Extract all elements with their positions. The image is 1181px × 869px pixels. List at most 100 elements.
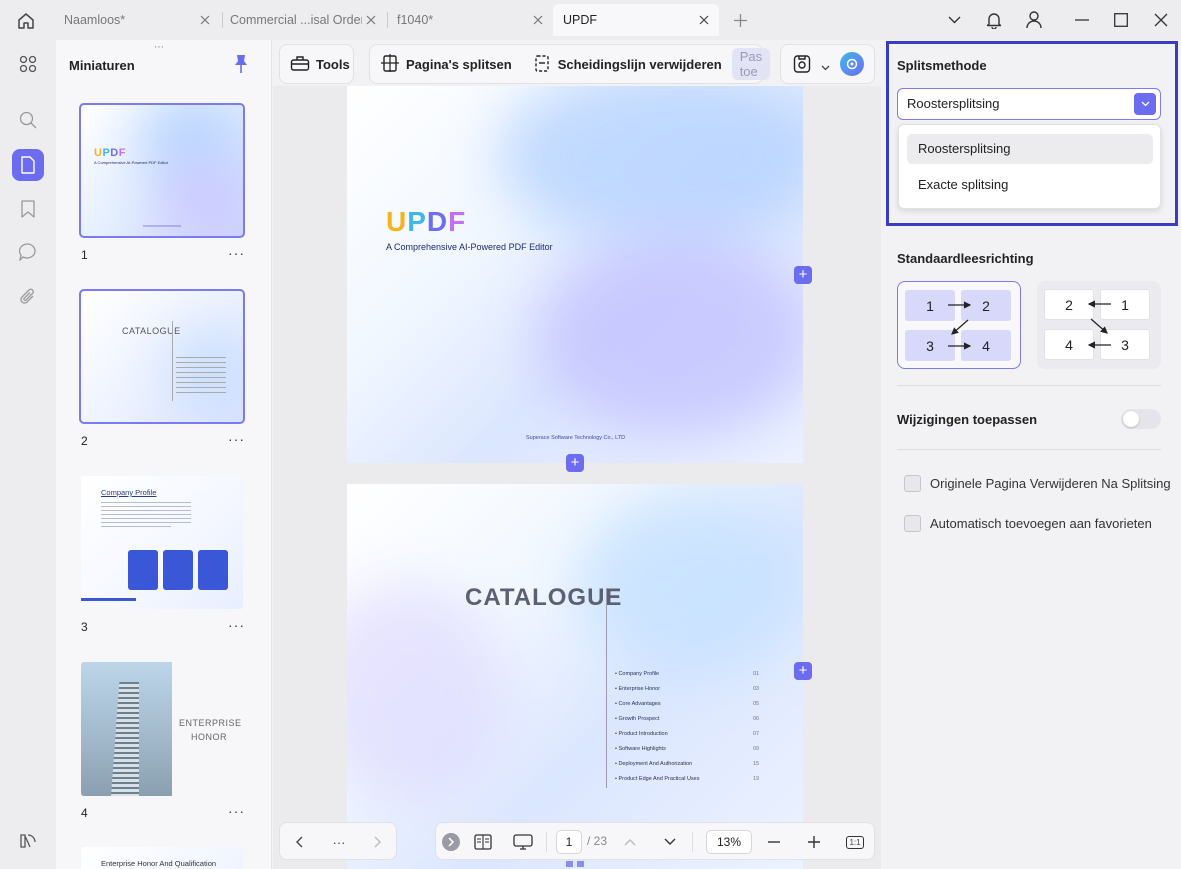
zoom-in-icon[interactable] bbox=[804, 832, 824, 852]
add-page-icon[interactable]: + bbox=[566, 454, 584, 472]
apply-changes-label: Wijzigingen toepassen bbox=[897, 412, 1038, 427]
pdf-page-1: UPDF A Comprehensive AI-Powered PDF Edit… bbox=[347, 86, 803, 463]
tools-button[interactable]: Tools bbox=[280, 48, 360, 80]
close-icon[interactable] bbox=[695, 11, 713, 29]
tab-commercial[interactable]: Commercial ...isal Order* bbox=[220, 6, 386, 34]
catalogue-item-label: • Enterprise Honor bbox=[615, 686, 661, 692]
page-layout-icon[interactable] bbox=[473, 832, 493, 852]
section-divider bbox=[897, 449, 1161, 450]
attachment-icon[interactable] bbox=[12, 281, 44, 313]
catalogue-item: • Growth Prospect 06 bbox=[615, 716, 785, 728]
close-icon[interactable] bbox=[362, 11, 380, 29]
nav-divider bbox=[546, 832, 547, 852]
decor-blob bbox=[537, 236, 803, 436]
page-thumbnail[interactable]: ENTERPRISE HONOR bbox=[81, 662, 243, 796]
chevron-down-icon[interactable] bbox=[660, 832, 680, 852]
chevron-down-icon[interactable] bbox=[943, 9, 965, 31]
catalogue-item: • Enterprise Honor 03 bbox=[615, 686, 785, 698]
tab-label: f1040* bbox=[397, 13, 434, 27]
chevron-up-icon[interactable] bbox=[620, 832, 640, 852]
catalogue-item-page: 05 bbox=[753, 701, 760, 707]
more-pages-icon[interactable]: ··· bbox=[329, 832, 349, 852]
split-pages-label: Pagina's splitsen bbox=[406, 56, 512, 72]
chevron-down-icon[interactable] bbox=[821, 59, 830, 74]
tools-group: Tools bbox=[279, 44, 354, 84]
search-icon[interactable] bbox=[12, 104, 44, 136]
add-favorites-option[interactable]: Automatisch toevoegen aan favorieten bbox=[904, 515, 1152, 532]
catalogue-item-label: • Company Profile bbox=[615, 671, 660, 677]
thumb-subtitle: A Comprehensive AI-Powered PDF Editor bbox=[94, 160, 169, 165]
page-subtitle: A Comprehensive AI-Powered PDF Editor bbox=[386, 242, 553, 252]
save-icon[interactable] bbox=[793, 54, 811, 77]
tab-updf[interactable]: UPDF bbox=[553, 4, 719, 36]
catalogue-item-page: 19 bbox=[753, 776, 760, 782]
bookmark-icon[interactable] bbox=[12, 193, 44, 225]
apply-button[interactable]: Pas toe bbox=[731, 48, 771, 80]
minimize-icon[interactable] bbox=[1071, 9, 1093, 31]
add-favorites-checkbox[interactable] bbox=[904, 515, 921, 532]
page-number-input[interactable]: 1 bbox=[556, 830, 582, 854]
apply-changes-toggle[interactable] bbox=[1121, 409, 1161, 429]
building-image bbox=[81, 662, 172, 796]
page-thumbnail[interactable]: CATALOGUE bbox=[79, 289, 245, 424]
catalogue-item-label: • Growth Prospect bbox=[615, 716, 660, 722]
pin-icon[interactable] bbox=[232, 54, 250, 74]
tab-naamloos[interactable]: Naamloos* bbox=[54, 6, 220, 34]
nav-divider bbox=[692, 832, 693, 852]
presentation-icon[interactable] bbox=[513, 832, 533, 852]
direction-right-to-left[interactable]: 2 1 4 3 bbox=[1037, 281, 1161, 369]
thumbnail-number: 2 bbox=[81, 434, 88, 448]
direction-left-to-right[interactable]: 1 2 3 4 bbox=[897, 281, 1021, 369]
resize-handle[interactable]: ⋯ bbox=[154, 42, 165, 53]
toolbox-icon bbox=[290, 54, 310, 75]
tab-label: UPDF bbox=[563, 13, 598, 27]
user-icon[interactable] bbox=[1023, 9, 1045, 31]
tab-f1040[interactable]: f1040* bbox=[387, 6, 553, 34]
home-icon[interactable] bbox=[14, 9, 38, 33]
fit-page-icon[interactable]: 1:1 bbox=[844, 832, 866, 852]
remove-divider-button[interactable]: Scheidingslijn verwijderen bbox=[522, 48, 732, 80]
tab-label: Naamloos* bbox=[64, 13, 126, 27]
direction-arrows-icon bbox=[948, 301, 972, 350]
delete-original-checkbox[interactable] bbox=[904, 475, 921, 492]
add-tab-icon[interactable] bbox=[730, 10, 750, 30]
catalogue-item: • Software Highlights 09 bbox=[615, 746, 785, 758]
catalogue-item-label: • Product Edge And Practical Uses bbox=[615, 776, 700, 782]
direction-arrows-icon bbox=[1087, 300, 1111, 349]
thumb-footer bbox=[143, 225, 181, 227]
close-window-icon[interactable] bbox=[1150, 9, 1172, 31]
split-pages-button[interactable]: Pagina's splitsen bbox=[370, 48, 522, 80]
ai-assistant-icon[interactable] bbox=[840, 52, 864, 76]
bell-icon[interactable] bbox=[983, 9, 1005, 31]
thumbnails-title: Miniaturen bbox=[69, 58, 135, 73]
delete-original-option[interactable]: Originele Pagina Verwijderen Na Splitsin… bbox=[904, 475, 1171, 492]
thumbnail-number: 1 bbox=[81, 248, 88, 262]
thumb-heading: Company Profile bbox=[101, 488, 157, 497]
page-thumbnail[interactable]: Company Profile bbox=[81, 476, 243, 609]
page-thumbnail[interactable]: UPDF A Comprehensive AI-Powered PDF Edit… bbox=[79, 103, 245, 238]
more-icon[interactable]: ··· bbox=[228, 617, 245, 633]
layers-icon[interactable] bbox=[12, 825, 44, 857]
close-icon[interactable] bbox=[529, 11, 547, 29]
page-thumbnail[interactable]: Enterprise Honor And Qualification bbox=[81, 847, 243, 869]
page-icon[interactable] bbox=[12, 149, 44, 181]
more-icon[interactable]: ··· bbox=[228, 803, 245, 819]
catalogue-item-page: 01 bbox=[753, 671, 760, 677]
more-icon[interactable]: ··· bbox=[228, 245, 245, 261]
maximize-icon[interactable] bbox=[1110, 9, 1132, 31]
scroll-handle[interactable] bbox=[566, 861, 584, 867]
zoom-input[interactable]: 13% bbox=[706, 830, 752, 854]
thumb-heading: Enterprise Honor And Qualification bbox=[101, 859, 217, 868]
chevron-right-icon[interactable] bbox=[368, 832, 388, 852]
collapse-icon[interactable] bbox=[442, 833, 460, 851]
delete-original-label: Originele Pagina Verwijderen Na Splitsin… bbox=[930, 476, 1171, 491]
chevron-left-icon[interactable] bbox=[289, 832, 309, 852]
add-page-icon[interactable]: + bbox=[794, 266, 812, 284]
add-page-icon[interactable]: + bbox=[794, 662, 812, 680]
apps-icon[interactable] bbox=[12, 48, 44, 80]
zoom-out-icon[interactable] bbox=[764, 832, 784, 852]
close-icon[interactable] bbox=[196, 11, 214, 29]
more-icon[interactable]: ··· bbox=[228, 431, 245, 447]
catalogue-item-label: • Deployment And Authorization bbox=[615, 761, 693, 767]
comment-icon[interactable] bbox=[12, 236, 44, 268]
